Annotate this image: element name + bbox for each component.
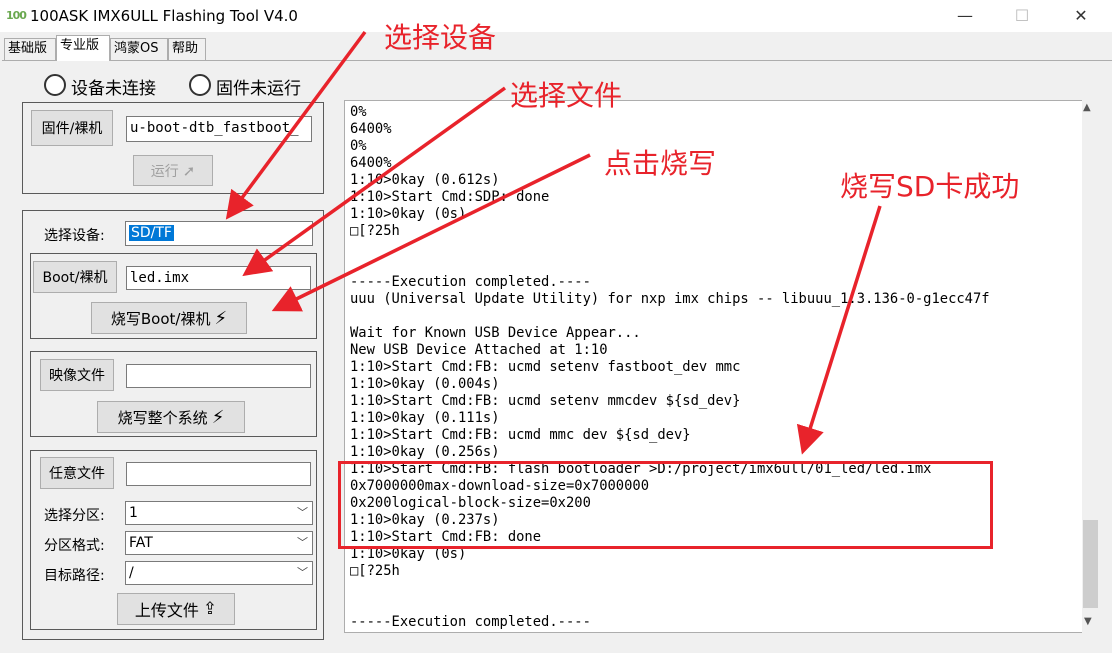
annotation-flash-success: 烧写SD卡成功	[840, 170, 1020, 203]
annotation-select-device: 选择设备	[384, 21, 497, 54]
arrow-select-device	[225, 30, 367, 220]
annotation-select-file: 选择文件	[510, 79, 623, 112]
arrow-flash-success	[796, 205, 882, 455]
arrow-click-flash	[271, 153, 591, 312]
annotation-click-flash: 点击烧写	[604, 147, 717, 180]
tab-pro[interactable]: 专业版	[56, 35, 110, 61]
arrow-select-file	[242, 86, 507, 277]
